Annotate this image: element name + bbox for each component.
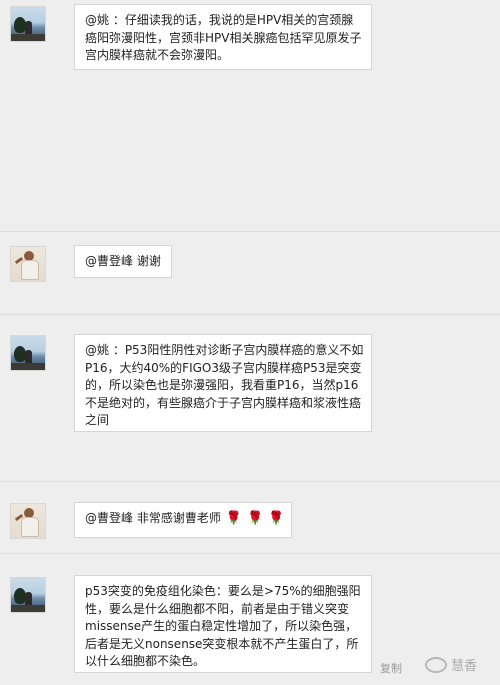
rock-shape <box>11 363 45 370</box>
avatar[interactable] <box>10 246 46 282</box>
message-divider <box>0 231 500 232</box>
message-divider <box>0 553 500 554</box>
avatar[interactable] <box>10 577 46 613</box>
body-shape <box>21 517 39 537</box>
message-line: @姚 ：P53阳性阴性对诊断子宫内膜样癌的意义不如 <box>85 343 364 357</box>
watermark-text: 慧香 <box>451 659 478 674</box>
message-text: @曹登峰 非常感谢曹老师 <box>85 511 221 525</box>
chat-bubble-icon <box>425 656 447 673</box>
message-line: 宫内膜样癌就不会弥漫阳。 <box>85 48 230 62</box>
avatar[interactable] <box>10 335 46 371</box>
watermark: 慧香 <box>425 655 477 674</box>
message-line: 以什么细胞都不染色。 <box>85 654 206 668</box>
message-line: 后者是无义nonsense突变根本就不产生蛋白了，所 <box>85 636 359 651</box>
rose-emoji-icon: 🌹 <box>268 511 285 526</box>
rose-emoji-icon: 🌹 <box>225 511 243 526</box>
message-bubble[interactable]: @曹登峰 非常感谢曹老师 🌹 🌹 🌹 <box>74 502 292 538</box>
avatar[interactable] <box>10 503 46 539</box>
message-line: 性，要么是什么细胞都不阳，前者是由于错义突变 <box>85 601 350 616</box>
message-divider <box>0 314 500 315</box>
message-line: p53突变的免疫组化染色：要么是>75%的细胞强阳 <box>85 584 361 598</box>
message-bubble[interactable]: p53突变的免疫组化染色：要么是>75%的细胞强阳 性，要么是什么细胞都不阳，前… <box>74 575 372 673</box>
message-bubble[interactable]: @曹登峰 谢谢 <box>74 245 172 278</box>
message-line: 的，所以染色也是弥漫强阳，我看重P16，当然p16 <box>85 378 359 392</box>
message-line: 癌阳弥漫阳性，宫颈非HPV相关腺癌包括罕见原发子 <box>85 30 362 45</box>
rose-emoji-icon: 🌹 <box>247 511 264 526</box>
message-line: @曹登峰 谢谢 <box>85 254 161 268</box>
message-line: @姚 ：仔细读我的话，我说的是HPV相关的宫颈腺 <box>85 13 354 27</box>
avatar[interactable] <box>10 6 46 42</box>
message-divider <box>0 481 500 482</box>
message-line: 不是绝对的，有些腺癌介于子宫内膜样癌和浆液性癌 <box>85 395 362 410</box>
rock-shape <box>11 34 45 41</box>
copy-button[interactable]: 复制 <box>380 660 402 676</box>
message-line: P16，大约40%的FIGO3级子宫内膜样癌P53是突变 <box>85 360 362 375</box>
rock-shape <box>11 605 45 612</box>
body-shape <box>21 260 39 280</box>
message-bubble[interactable]: @姚 ：P53阳性阴性对诊断子宫内膜样癌的意义不如 P16，大约40%的FIGO… <box>74 334 372 432</box>
message-bubble[interactable]: @姚 ：仔细读我的话，我说的是HPV相关的宫颈腺 癌阳弥漫阳性，宫颈非HPV相关… <box>74 4 372 70</box>
message-line: @曹登峰 非常感谢曹老师 🌹 🌹 🌹 <box>85 510 285 528</box>
message-line: 之间 <box>85 413 110 427</box>
message-line: missense产生的蛋白稳定性增加了，所以染色强， <box>85 619 358 633</box>
